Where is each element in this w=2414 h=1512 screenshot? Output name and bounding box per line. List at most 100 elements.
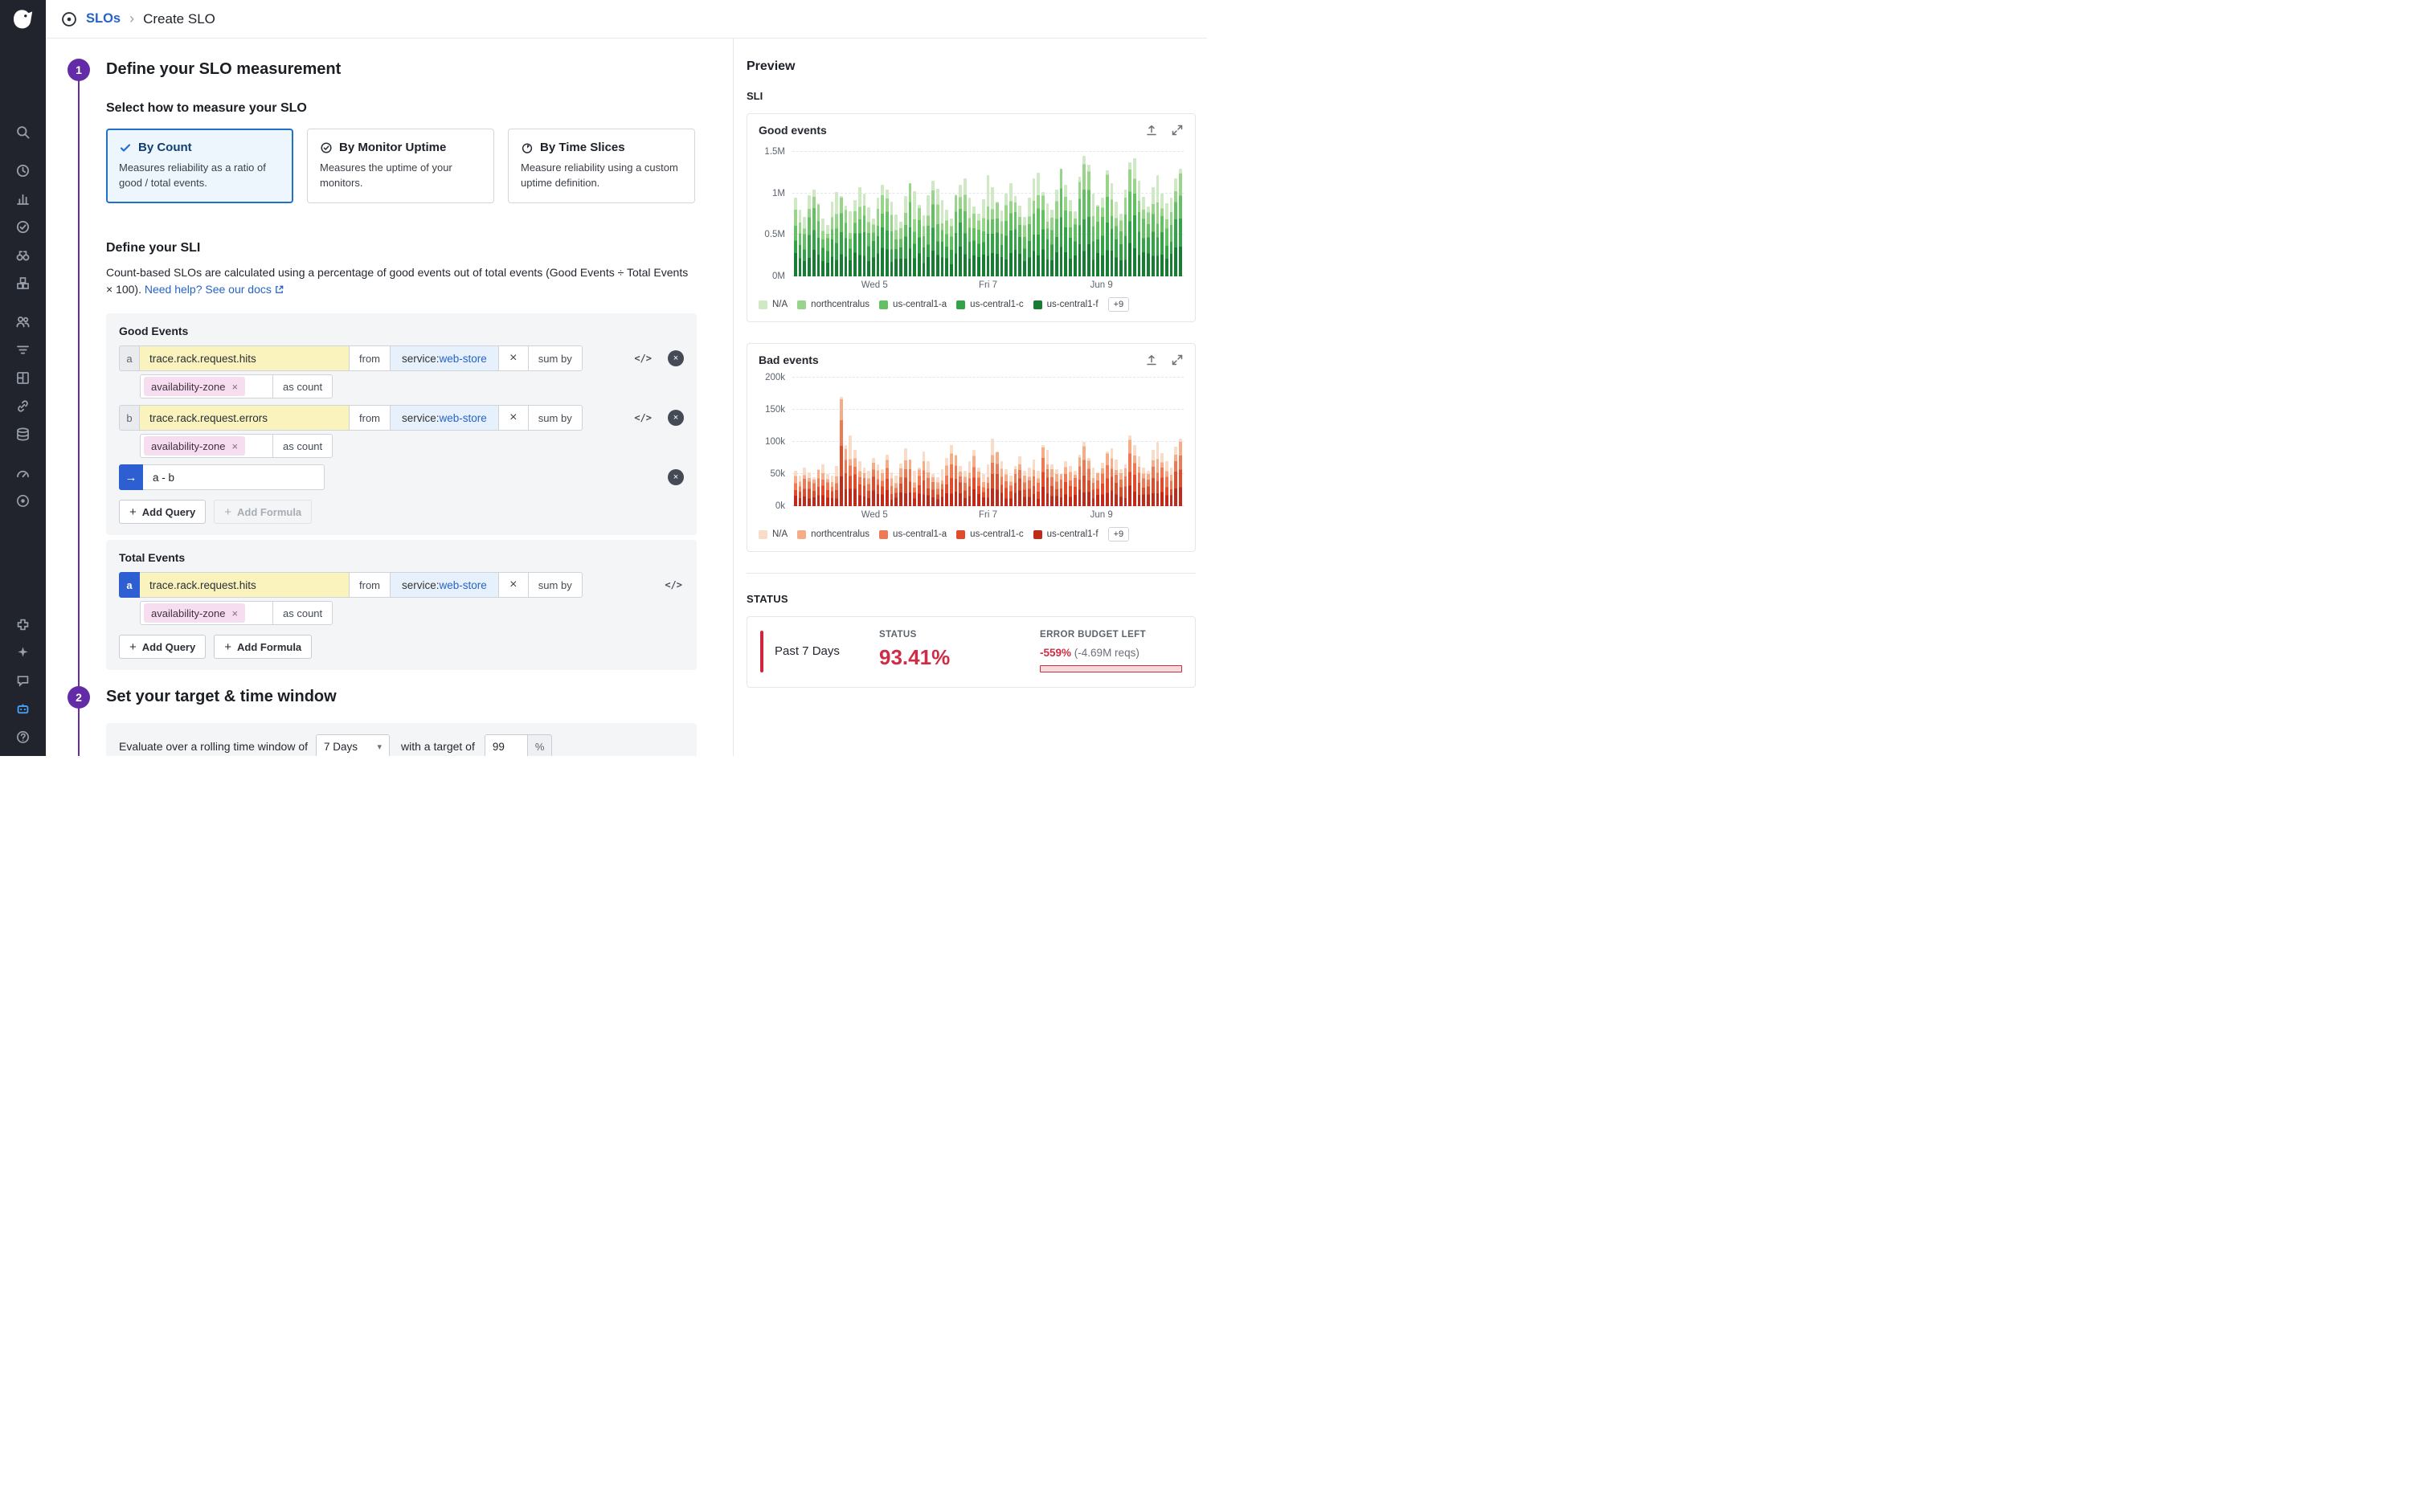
- bar[interactable]: [991, 439, 994, 506]
- filter-chip[interactable]: service:web-store: [390, 405, 499, 431]
- monitors-icon[interactable]: [14, 217, 33, 236]
- code-view-icon[interactable]: </>: [634, 412, 652, 423]
- bar[interactable]: [945, 458, 948, 506]
- group-by-chip[interactable]: availability-zone×: [144, 603, 245, 623]
- expand-icon[interactable]: [1171, 124, 1184, 137]
- chat-icon[interactable]: [14, 671, 33, 690]
- bar[interactable]: [794, 198, 797, 276]
- measure-card-by-count[interactable]: By Count Measures reliability as a ratio…: [106, 129, 293, 203]
- bar[interactable]: [881, 469, 884, 506]
- bar[interactable]: [1101, 463, 1104, 506]
- bar[interactable]: [977, 214, 980, 276]
- remove-query-icon[interactable]: ×: [668, 350, 684, 366]
- bar[interactable]: [982, 199, 985, 276]
- bar[interactable]: [1092, 194, 1095, 276]
- bar[interactable]: [1111, 448, 1114, 506]
- bar[interactable]: [1101, 198, 1104, 276]
- bar[interactable]: [909, 183, 912, 276]
- filter-chip[interactable]: service:web-store: [390, 572, 499, 598]
- remove-filter-icon[interactable]: ×: [498, 572, 529, 598]
- bar[interactable]: [1014, 466, 1017, 506]
- legend-more-chip[interactable]: +9: [1108, 297, 1130, 312]
- bar[interactable]: [808, 195, 811, 276]
- boards-icon[interactable]: [14, 368, 33, 387]
- remove-filter-icon[interactable]: ×: [498, 345, 529, 371]
- bar[interactable]: [955, 455, 958, 506]
- sum-by-dropdown[interactable]: sum by: [528, 572, 583, 598]
- bar[interactable]: [1147, 471, 1150, 506]
- bar[interactable]: [826, 225, 829, 276]
- add-query-button[interactable]: +Add Query: [119, 500, 206, 524]
- bar[interactable]: [972, 450, 976, 506]
- bar[interactable]: [1046, 203, 1049, 276]
- bar[interactable]: [867, 471, 870, 506]
- sparkle-icon[interactable]: [14, 643, 33, 662]
- bar[interactable]: [881, 185, 884, 276]
- bar[interactable]: [1170, 468, 1173, 506]
- bar[interactable]: [1156, 175, 1160, 276]
- group-by-field[interactable]: availability-zone×: [140, 434, 273, 458]
- infrastructure-icon[interactable]: [14, 273, 33, 292]
- remove-group-icon[interactable]: ×: [232, 440, 239, 452]
- bar[interactable]: [845, 206, 848, 276]
- bar[interactable]: [1000, 210, 1004, 276]
- bar[interactable]: [1096, 205, 1099, 276]
- bar[interactable]: [826, 474, 829, 506]
- bar[interactable]: [1055, 469, 1058, 506]
- bar[interactable]: [835, 466, 838, 506]
- bar[interactable]: [1033, 178, 1036, 276]
- bar[interactable]: [1147, 206, 1150, 276]
- bar[interactable]: [1028, 198, 1031, 276]
- bar[interactable]: [1069, 200, 1072, 276]
- bar[interactable]: [1004, 194, 1008, 276]
- bar[interactable]: [923, 452, 926, 506]
- bar[interactable]: [1165, 203, 1168, 276]
- filter-chip[interactable]: service:web-store: [390, 345, 499, 371]
- target-input[interactable]: [485, 734, 528, 756]
- bar[interactable]: [899, 222, 902, 276]
- gauge-icon[interactable]: [14, 463, 33, 482]
- bar[interactable]: [794, 471, 797, 506]
- bar[interactable]: [977, 468, 980, 506]
- bar[interactable]: [904, 448, 907, 506]
- query-letter[interactable]: a: [119, 345, 140, 371]
- as-count-dropdown[interactable]: as count: [272, 601, 333, 625]
- bar[interactable]: [890, 472, 894, 506]
- bar[interactable]: [899, 464, 902, 506]
- legend-item[interactable]: northcentralus: [797, 529, 869, 539]
- bar[interactable]: [853, 200, 857, 276]
- bar[interactable]: [1023, 217, 1026, 276]
- bar[interactable]: [886, 455, 889, 506]
- dashboards-icon[interactable]: [14, 189, 33, 208]
- group-by-field[interactable]: availability-zone×: [140, 601, 273, 625]
- query-letter[interactable]: b: [119, 405, 140, 431]
- bar[interactable]: [1069, 466, 1072, 506]
- measure-card-by-time-slices[interactable]: By Time Slices Measure reliability using…: [508, 129, 695, 203]
- bar[interactable]: [1018, 206, 1021, 276]
- bar[interactable]: [1014, 196, 1017, 276]
- bar[interactable]: [1128, 162, 1131, 276]
- bar[interactable]: [959, 466, 962, 506]
- legend-item[interactable]: northcentralus: [797, 300, 869, 309]
- legend-item[interactable]: us-central1-a: [879, 529, 947, 539]
- remove-group-icon[interactable]: ×: [232, 381, 239, 393]
- bar[interactable]: [918, 468, 921, 506]
- bar[interactable]: [821, 464, 824, 506]
- bar[interactable]: [1092, 468, 1095, 506]
- group-by-field[interactable]: availability-zone×: [140, 374, 273, 398]
- bar[interactable]: [1165, 461, 1168, 506]
- target-icon[interactable]: [14, 491, 33, 510]
- bar[interactable]: [863, 468, 866, 506]
- search-icon[interactable]: [14, 122, 33, 141]
- bar[interactable]: [1142, 468, 1145, 506]
- bar[interactable]: [959, 185, 962, 276]
- bar[interactable]: [1064, 461, 1067, 506]
- bar[interactable]: [931, 181, 935, 276]
- bar[interactable]: [913, 471, 916, 506]
- bar[interactable]: [991, 187, 994, 276]
- bar[interactable]: [968, 198, 972, 276]
- bar[interactable]: [927, 461, 930, 506]
- bar[interactable]: [936, 477, 939, 506]
- bar[interactable]: [840, 196, 843, 276]
- bar[interactable]: [931, 474, 935, 506]
